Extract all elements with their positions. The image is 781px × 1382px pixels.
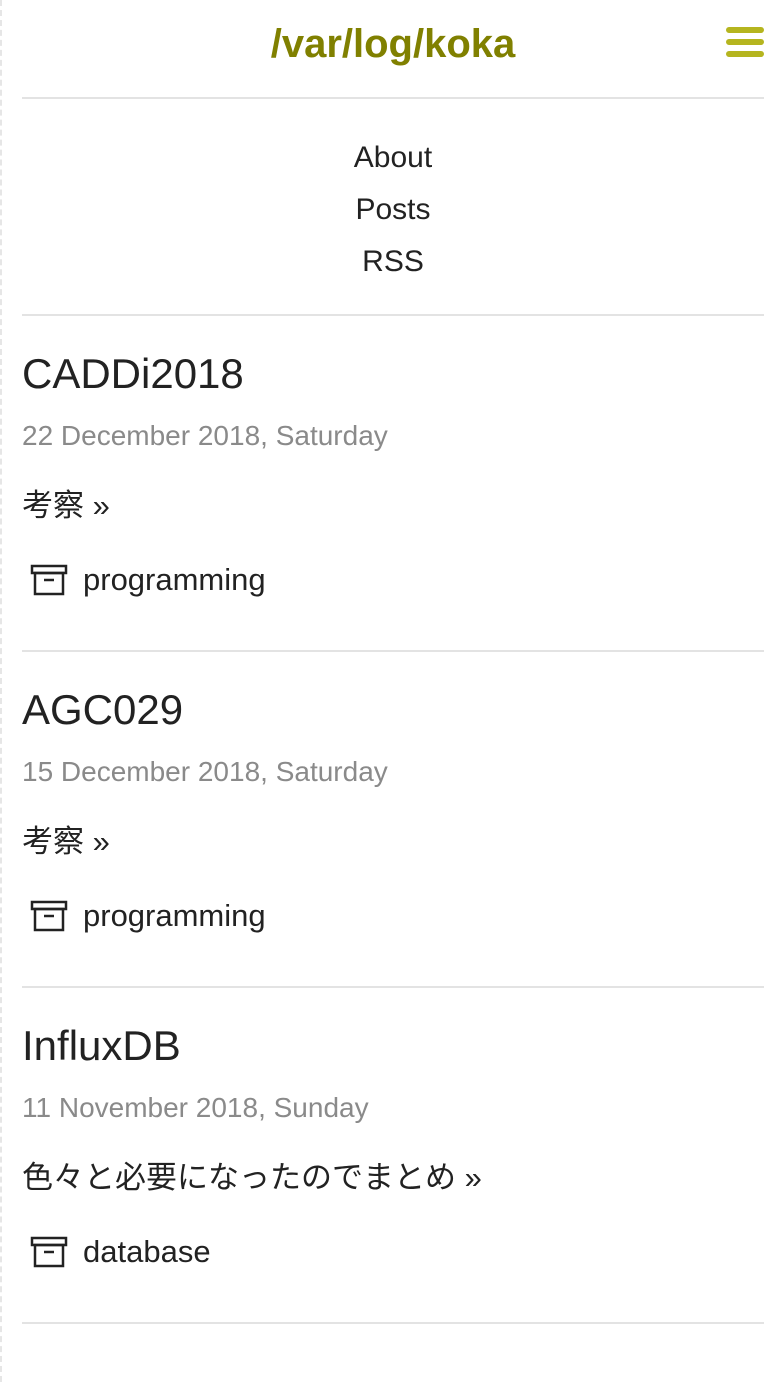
left-dashed-rule	[0, 0, 2, 1382]
page-container: /var/log/koka About Posts RSS CADDi2018 …	[22, 0, 764, 1324]
post-read-more-link[interactable]: 考察 »	[22, 820, 764, 864]
site-title-link[interactable]: /var/log/koka	[22, 20, 764, 68]
post-category-link[interactable]: programming	[83, 894, 266, 938]
post-item: AGC029 15 December 2018, Saturday 考察 » p…	[22, 652, 764, 988]
post-date: 22 December 2018, Saturday	[22, 420, 388, 451]
post-title-link[interactable]: CADDi2018	[22, 348, 764, 400]
archive-icon	[30, 564, 68, 596]
post-title-link[interactable]: AGC029	[22, 684, 764, 736]
post-category-link[interactable]: programming	[83, 558, 266, 602]
nav-link-posts[interactable]: Posts	[22, 184, 764, 236]
post-category: programming	[22, 894, 764, 938]
post-item: InfluxDB 11 November 2018, Sunday 色々と必要に…	[22, 988, 764, 1324]
menu-bar-top	[726, 27, 764, 33]
nav-link-about[interactable]: About	[22, 132, 764, 184]
archive-icon	[30, 900, 68, 932]
post-read-more-link[interactable]: 考察 »	[22, 484, 764, 528]
post-date: 15 December 2018, Saturday	[22, 756, 388, 787]
post-date: 11 November 2018, Sunday	[22, 1092, 369, 1123]
nav-link-rss[interactable]: RSS	[22, 236, 764, 288]
archive-icon	[30, 1236, 68, 1268]
post-category-link[interactable]: database	[83, 1230, 211, 1274]
post-title-link[interactable]: InfluxDB	[22, 1020, 764, 1072]
post-category: programming	[22, 558, 764, 602]
post-item: CADDi2018 22 December 2018, Saturday 考察 …	[22, 316, 764, 652]
menu-bar-middle	[726, 39, 764, 45]
post-read-more-link[interactable]: 色々と必要になったのでまとめ »	[22, 1156, 764, 1200]
post-category: database	[22, 1230, 764, 1274]
site-header: /var/log/koka	[22, 0, 764, 99]
site-nav: About Posts RSS	[22, 99, 764, 316]
hamburger-menu-icon[interactable]	[726, 27, 764, 59]
menu-bar-bottom	[726, 51, 764, 57]
